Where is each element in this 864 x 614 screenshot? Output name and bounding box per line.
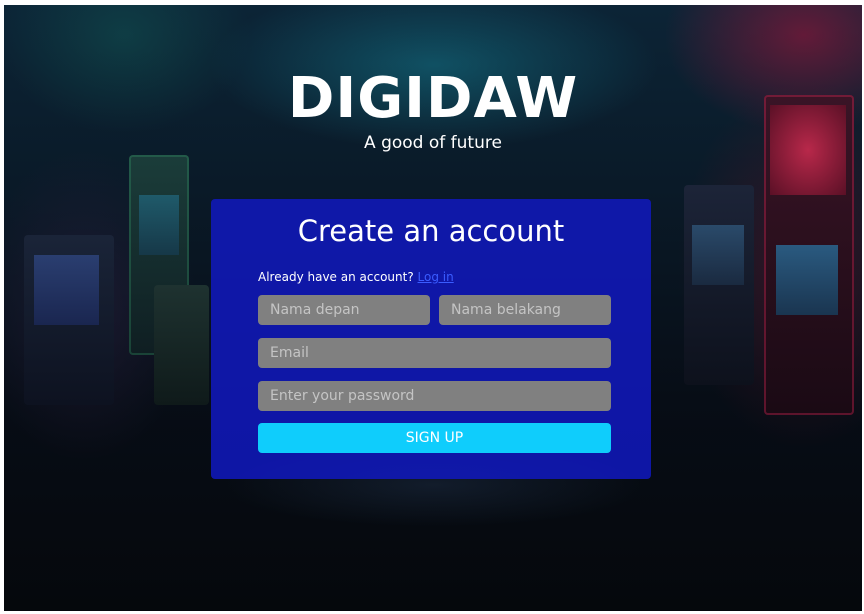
brand-tagline: A good of future: [364, 133, 502, 153]
last-name-input[interactable]: [439, 295, 611, 325]
password-input[interactable]: [258, 381, 611, 411]
background-photo: DIGIDAW A good of future Create an accou…: [4, 5, 862, 611]
arcade-cabinet-image: [684, 185, 754, 385]
brand-header: DIGIDAW A good of future: [4, 67, 862, 155]
arcade-cabinet-image: [154, 285, 209, 405]
signup-card: Create an account Already have an accoun…: [211, 199, 651, 479]
login-link[interactable]: Log in: [418, 270, 454, 284]
login-prompt-text: Already have an account?: [258, 270, 414, 284]
arcade-cabinet-image: [24, 235, 114, 405]
email-input[interactable]: [258, 338, 611, 368]
login-prompt-line: Already have an account? Log in: [258, 269, 454, 285]
form-title: Create an account: [297, 214, 565, 248]
sign-up-button[interactable]: SIGN UP: [258, 423, 611, 453]
brand-title: DIGIDAW: [287, 66, 579, 131]
first-name-input[interactable]: [258, 295, 430, 325]
